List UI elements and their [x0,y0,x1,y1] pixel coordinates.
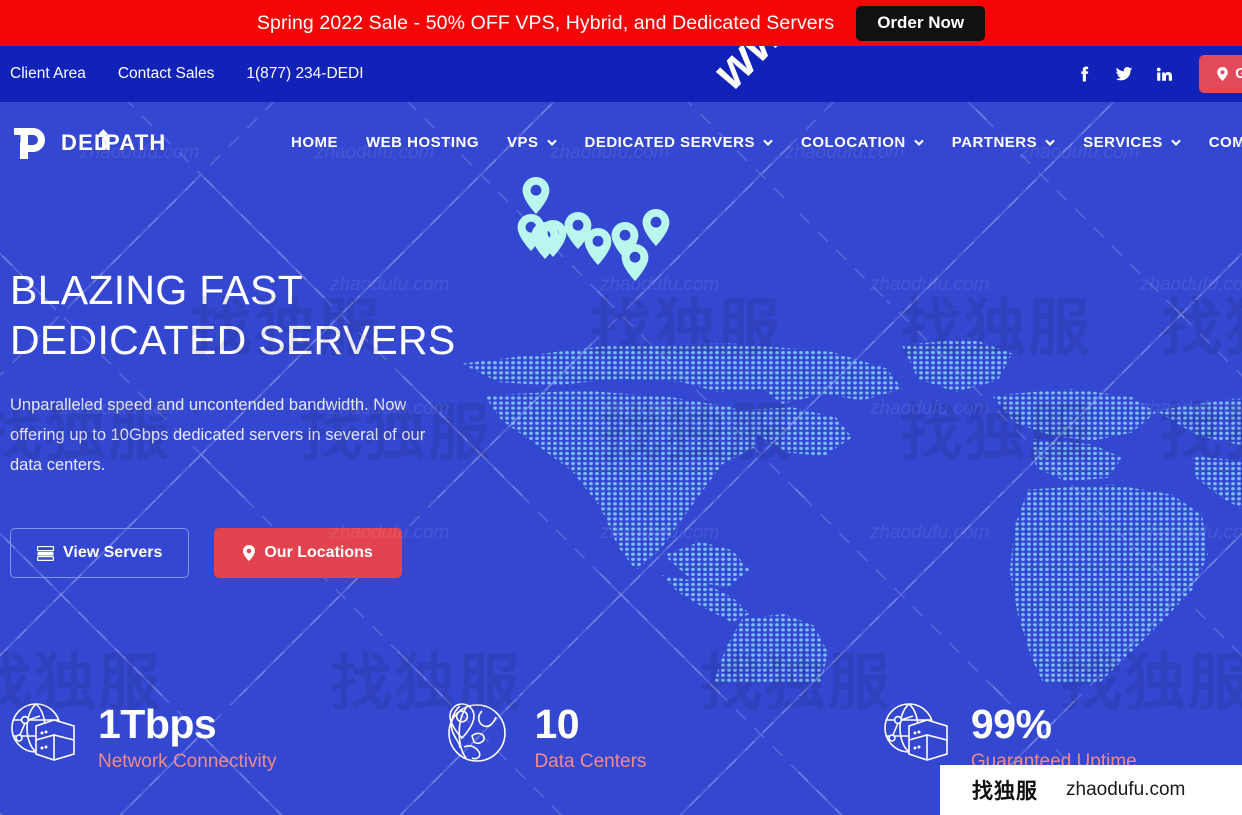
nav-item-label: VPS [507,133,539,151]
dedipath-mark-icon [13,128,45,159]
watermark-badge-cjk: 找独服 [972,779,1038,803]
hero-title-line2: DEDICATED SERVERS [10,317,456,363]
globe-pin-icon [448,703,507,762]
globe-server-icon [884,703,948,761]
globe-server-icon [11,703,75,761]
nav-item-label: HOME [291,133,338,151]
hero-title: BLAZING FAST DEDICATED SERVERS [10,265,1242,365]
hero-content: BLAZING FAST DEDICATED SERVERS Unparalle… [0,182,1242,578]
our-locations-label: Our Locations [264,544,373,561]
hero-section: zhaodufu.com zhaodufu.com zhaodufu.com z… [0,102,1242,815]
svg-text:PATH: PATH [105,130,166,155]
utility-link-phone[interactable]: 1(877) 234-DEDI [246,65,363,83]
utility-link-contact-sales[interactable]: Contact Sales [118,65,215,83]
map-pin-icon [243,545,256,561]
nav-item-label: COMPANY [1208,133,1242,151]
stat-label: Data Centers [534,751,647,772]
nav-item-dedicated-servers[interactable]: DEDICATED SERVERS [585,134,773,151]
nav-item-label: SERVICES [1083,133,1163,151]
utility-right: GET A [1075,46,1242,102]
nav-item-label: DEDICATED SERVERS [584,133,755,151]
view-servers-label: View Servers [63,544,163,561]
nav-item-home[interactable]: HOME [291,134,338,151]
main-navigation: DED PATH HOME WEB HOSTING VPS DEDICATED … [0,102,1242,182]
hero-title-line1: BLAZING FAST [10,267,303,313]
page-root: Spring 2022 Sale - 50% OFF VPS, Hybrid, … [0,0,1242,815]
stat-value: 1Tbps [98,701,217,747]
promo-text: Spring 2022 Sale - 50% OFF VPS, Hybrid, … [256,11,835,34]
promo-banner: Spring 2022 Sale - 50% OFF VPS, Hybrid, … [0,0,1242,46]
chevron-down-icon [913,139,924,146]
map-pin-icon [1217,67,1228,81]
twitter-icon[interactable] [1115,65,1133,83]
nav-item-label: COLOCATION [801,133,906,151]
stat-text: 10 Data Centers [534,702,646,776]
nav-item-vps[interactable]: VPS [507,134,557,151]
our-locations-button[interactable]: Our Locations [214,528,402,578]
chevron-down-icon [546,139,557,146]
utility-link-client-area[interactable]: Client Area [10,65,86,83]
stat-text: 1Tbps Network Connectivity [98,702,276,776]
nav-item-services[interactable]: SERVICES [1083,134,1181,151]
stat-item: 1Tbps Network Connectivity [10,690,446,815]
hero-paragraph: Unparalleled speed and uncontended bandw… [10,396,426,474]
order-now-button[interactable]: Order Now [856,5,986,41]
server-rack-icon [37,545,54,561]
nav-item-label: WEB HOSTING [366,133,479,151]
stat-item: 10 Data Centers [446,690,882,815]
view-servers-button[interactable]: View Servers [10,528,190,578]
nav-item-label: PARTNERS [951,133,1038,151]
nav-item-colocation[interactable]: COLOCATION [801,134,924,151]
get-a-quote-label: GET A [1235,66,1242,82]
dedipath-wordmark-icon: DED PATH [61,129,166,155]
stat-label: Network Connectivity [98,751,277,772]
nav-links: HOME WEB HOSTING VPS DEDICATED SERVERS C… [291,134,1242,151]
hero-buttons: View Servers Our Locations [10,528,1242,578]
watermark-badge-url: zhaodufu.com [1066,779,1186,800]
linkedin-icon[interactable] [1155,65,1173,83]
brand-logo[interactable]: DED PATH [10,121,185,163]
utility-bar: Client Area Contact Sales 1(877) 234-DED… [0,46,1242,102]
stat-value: 99% [970,701,1052,747]
nav-item-company[interactable]: COMPANY [1209,134,1242,151]
stat-value: 10 [534,701,580,747]
nav-item-web-hosting[interactable]: WEB HOSTING [366,134,479,151]
chevron-down-icon [763,139,773,146]
chevron-down-icon [1045,139,1055,146]
social-links [1075,65,1199,83]
nav-item-partners[interactable]: PARTNERS [952,134,1055,151]
utility-links: Client Area Contact Sales 1(877) 234-DED… [10,65,364,83]
facebook-icon[interactable] [1075,65,1093,83]
chevron-down-icon [1170,139,1181,146]
watermark-badge: 找独服 zhaodufu.com [940,765,1242,815]
get-a-quote-button[interactable]: GET A [1199,55,1242,93]
